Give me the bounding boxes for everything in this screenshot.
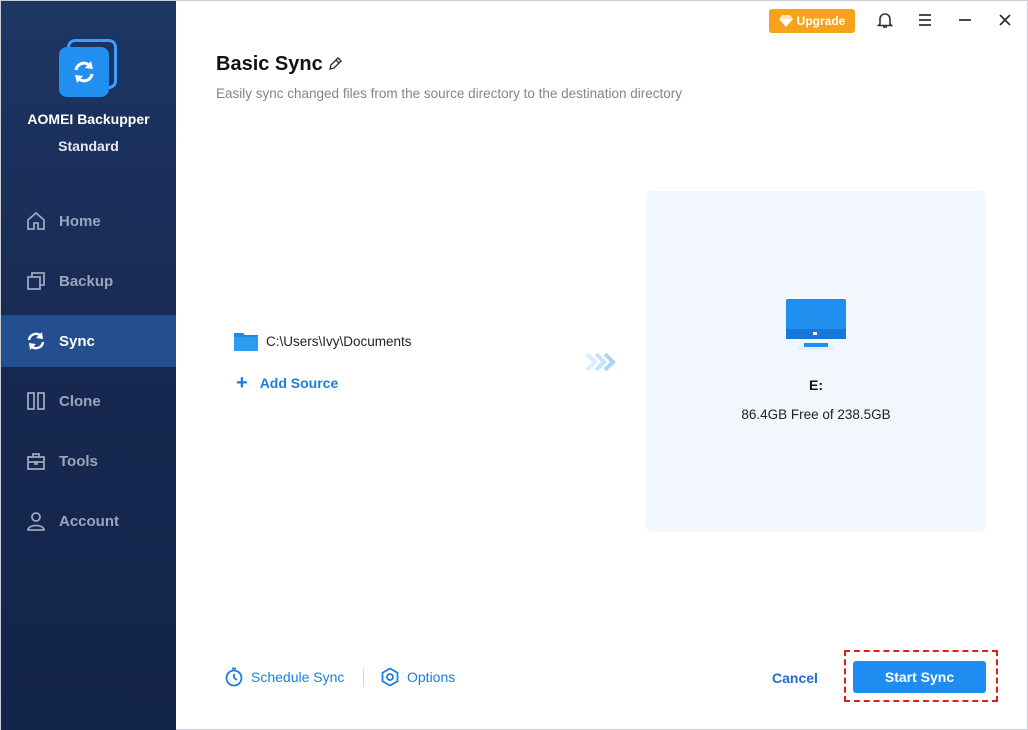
chevrons-right-icon xyxy=(585,352,616,372)
start-sync-button[interactable]: Start Sync xyxy=(853,661,986,693)
app-name: AOMEI Backupper xyxy=(27,111,150,127)
sidebar-item-label: Clone xyxy=(59,392,101,410)
source-path: C:\Users\Ivy\Documents xyxy=(266,333,412,349)
plus-icon: + xyxy=(236,372,248,394)
app-logo-icon xyxy=(59,39,119,99)
upgrade-button[interactable]: Upgrade xyxy=(769,9,855,33)
add-source-button[interactable]: + Add Source xyxy=(236,373,338,393)
upgrade-label: Upgrade xyxy=(796,14,846,28)
schedule-sync-label: Schedule Sync xyxy=(251,669,345,685)
hexagon-gear-icon xyxy=(381,667,399,687)
bell-icon[interactable] xyxy=(875,10,895,30)
sidebar-item-label: Sync xyxy=(59,332,95,350)
edit-icon[interactable] xyxy=(326,55,344,73)
options-button[interactable]: Options xyxy=(380,667,455,687)
sidebar-item-home[interactable]: Home xyxy=(1,195,176,247)
close-icon[interactable] xyxy=(995,10,1015,30)
app-window: AOMEI Backupper Standard Home Backup Syn… xyxy=(0,0,1028,730)
clone-icon xyxy=(27,392,45,410)
schedule-sync-button[interactable]: Schedule Sync xyxy=(224,667,344,687)
app-edition: Standard xyxy=(58,138,119,154)
page-subtitle: Easily sync changed files from the sourc… xyxy=(216,86,682,101)
sidebar-item-account[interactable]: Account xyxy=(1,495,176,547)
user-icon xyxy=(27,512,45,531)
sidebar-item-tools[interactable]: Tools xyxy=(1,435,176,487)
destination-panel[interactable]: E: 86.4GB Free of 238.5GB xyxy=(646,191,986,532)
diamond-icon xyxy=(778,15,793,27)
destination-drive: E: xyxy=(809,377,823,393)
sidebar-item-sync[interactable]: Sync xyxy=(1,315,176,367)
menu-icon[interactable] xyxy=(915,10,935,30)
backup-icon xyxy=(27,272,45,290)
cancel-button[interactable]: Cancel xyxy=(772,670,818,686)
page-title: Basic Sync xyxy=(216,53,323,75)
stopwatch-icon xyxy=(225,667,243,687)
sidebar: AOMEI Backupper Standard Home Backup Syn… xyxy=(1,1,176,730)
sidebar-item-clone[interactable]: Clone xyxy=(1,375,176,427)
folder-icon xyxy=(234,333,258,351)
home-icon xyxy=(27,211,45,230)
source-item[interactable]: C:\Users\Ivy\Documents xyxy=(234,331,412,351)
sync-icon xyxy=(27,332,45,350)
add-source-label: Add Source xyxy=(259,375,339,391)
sidebar-item-label: Backup xyxy=(59,272,114,290)
options-label: Options xyxy=(407,669,456,685)
minimize-icon[interactable] xyxy=(955,10,975,30)
toolbox-icon xyxy=(27,453,45,470)
sidebar-item-label: Account xyxy=(59,512,119,530)
divider xyxy=(363,669,364,687)
sidebar-item-label: Home xyxy=(59,212,101,230)
sidebar-item-label: Tools xyxy=(59,452,98,470)
sidebar-item-backup[interactable]: Backup xyxy=(1,255,176,307)
destination-free-space: 86.4GB Free of 238.5GB xyxy=(741,407,891,422)
monitor-icon xyxy=(786,299,846,350)
